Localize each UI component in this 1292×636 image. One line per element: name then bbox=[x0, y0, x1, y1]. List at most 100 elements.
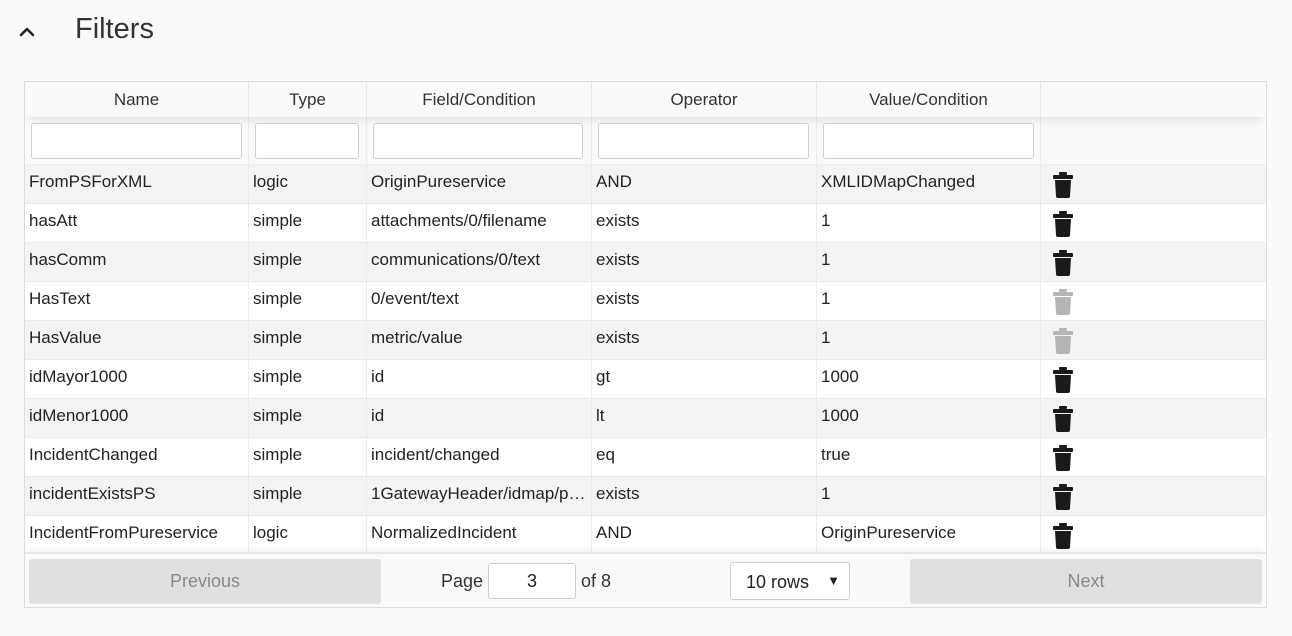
cell-field: id bbox=[367, 360, 592, 398]
cell-operator: AND bbox=[592, 165, 817, 203]
cell-name: IncidentFromPureservice bbox=[25, 516, 249, 554]
cell-field: id bbox=[367, 399, 592, 437]
trash-icon[interactable] bbox=[1052, 172, 1074, 198]
trash-icon[interactable] bbox=[1052, 211, 1074, 237]
trash-icon[interactable] bbox=[1052, 445, 1074, 471]
filter-cell-field bbox=[367, 117, 592, 165]
cell-actions bbox=[1041, 438, 1266, 476]
filters-table: Name Type Field/Condition Operator Value… bbox=[24, 81, 1267, 608]
table-row[interactable]: hasAtt simple attachments/0/filename exists… bbox=[25, 204, 1266, 243]
filter-cell-operator bbox=[592, 117, 817, 165]
previous-button[interactable]: Previous bbox=[29, 559, 381, 604]
cell-operator: eq bbox=[592, 438, 817, 476]
cell-value: 1 bbox=[817, 204, 1041, 242]
cell-value: 1 bbox=[817, 282, 1041, 320]
cell-actions bbox=[1041, 165, 1266, 203]
filters-header: Filters bbox=[0, 0, 1292, 64]
rows-per-page-select[interactable]: 10 rows ▼ bbox=[730, 562, 850, 600]
cell-operator: lt bbox=[592, 399, 817, 437]
cell-field: OriginPureservice bbox=[367, 165, 592, 203]
table-row[interactable]: hasComm simple communications/0/text exists… bbox=[25, 243, 1266, 282]
field-filter-input[interactable] bbox=[373, 123, 583, 159]
cell-type: simple bbox=[249, 477, 367, 515]
cell-type: logic bbox=[249, 516, 367, 554]
cell-type: logic bbox=[249, 165, 367, 203]
cell-name: IncidentChanged bbox=[25, 438, 249, 476]
page-number-input[interactable] bbox=[488, 563, 576, 599]
table-row[interactable]: HasValue simple metric/value exists 1 bbox=[25, 321, 1266, 360]
cell-actions bbox=[1041, 321, 1266, 359]
cell-type: simple bbox=[249, 243, 367, 281]
next-button[interactable]: Next bbox=[910, 559, 1262, 604]
cell-field: NormalizedIncident bbox=[367, 516, 592, 554]
column-header-type[interactable]: Type bbox=[249, 82, 367, 117]
cell-type: simple bbox=[249, 399, 367, 437]
cell-operator: AND bbox=[592, 516, 817, 554]
cell-field: 0/event/text bbox=[367, 282, 592, 320]
cell-field: attachments/0/filename bbox=[367, 204, 592, 242]
operator-filter-input[interactable] bbox=[598, 123, 809, 159]
cell-field: incident/changed bbox=[367, 438, 592, 476]
cell-type: simple bbox=[249, 204, 367, 242]
name-filter-input[interactable] bbox=[31, 123, 242, 159]
page-label: Page bbox=[441, 571, 484, 591]
trash-icon[interactable] bbox=[1052, 367, 1074, 393]
column-filter-row bbox=[25, 117, 1266, 165]
column-header-field[interactable]: Field/Condition bbox=[367, 82, 592, 117]
filter-cell-name bbox=[25, 117, 249, 165]
column-header-actions bbox=[1041, 82, 1266, 117]
cell-operator: gt bbox=[592, 360, 817, 398]
cell-type: simple bbox=[249, 360, 367, 398]
cell-type: simple bbox=[249, 282, 367, 320]
cell-actions bbox=[1041, 477, 1266, 515]
cell-value: 1000 bbox=[817, 399, 1041, 437]
cell-name: HasValue bbox=[25, 321, 249, 359]
cell-value: OriginPureservice bbox=[817, 516, 1041, 554]
cell-name: hasComm bbox=[25, 243, 249, 281]
trash-icon bbox=[1052, 328, 1074, 354]
cell-name: HasText bbox=[25, 282, 249, 320]
cell-value: 1 bbox=[817, 477, 1041, 515]
cell-actions bbox=[1041, 360, 1266, 398]
cell-value: 1000 bbox=[817, 360, 1041, 398]
trash-icon[interactable] bbox=[1052, 406, 1074, 432]
value-filter-input[interactable] bbox=[823, 123, 1034, 159]
table-row[interactable]: FromPSForXML logic OriginPureservice AND XML… bbox=[25, 165, 1266, 204]
column-header-operator[interactable]: Operator bbox=[592, 82, 817, 117]
cell-operator: exists bbox=[592, 282, 817, 320]
total-pages-label: of 8 bbox=[581, 571, 612, 591]
trash-icon[interactable] bbox=[1052, 250, 1074, 276]
cell-actions bbox=[1041, 243, 1266, 281]
cell-name: hasAtt bbox=[25, 204, 249, 242]
dropdown-caret-icon: ▼ bbox=[827, 573, 840, 588]
column-header-value[interactable]: Value/Condition bbox=[817, 82, 1041, 117]
cell-value: 1 bbox=[817, 321, 1041, 359]
column-header-name[interactable]: Name bbox=[25, 82, 249, 117]
cell-value: 1 bbox=[817, 243, 1041, 281]
cell-field: metric/value bbox=[367, 321, 592, 359]
trash-icon[interactable] bbox=[1052, 484, 1074, 510]
filter-cell-actions bbox=[1041, 117, 1266, 165]
table-row[interactable]: incidentExistsPS simple 1GatewayHeader/idm… bbox=[25, 477, 1266, 516]
cell-value: true bbox=[817, 438, 1041, 476]
pagination-bar: Previous Page of 8 10 rows ▼ Next bbox=[25, 552, 1266, 607]
table-row[interactable]: idMayor1000 simple id gt 1000 bbox=[25, 360, 1266, 399]
cell-name: idMayor1000 bbox=[25, 360, 249, 398]
section-title: Filters bbox=[75, 13, 154, 45]
filter-cell-value bbox=[817, 117, 1041, 165]
table-row[interactable]: IncidentChanged simple incident/changed eq t… bbox=[25, 438, 1266, 477]
trash-icon[interactable] bbox=[1052, 523, 1074, 549]
filter-cell-type bbox=[249, 117, 367, 165]
rows-per-page-value: 10 rows bbox=[746, 572, 810, 592]
chevron-up-icon[interactable] bbox=[15, 20, 39, 44]
cell-actions bbox=[1041, 399, 1266, 437]
cell-field: communications/0/text bbox=[367, 243, 592, 281]
trash-icon bbox=[1052, 289, 1074, 315]
type-filter-input[interactable] bbox=[255, 123, 359, 159]
table-row[interactable]: idMenor1000 simple id lt 1000 bbox=[25, 399, 1266, 438]
cell-operator: exists bbox=[592, 321, 817, 359]
table-row[interactable]: HasText simple 0/event/text exists 1 bbox=[25, 282, 1266, 321]
table-row[interactable]: IncidentFromPureservice logic NormalizedIn… bbox=[25, 516, 1266, 555]
cell-name: FromPSForXML bbox=[25, 165, 249, 203]
cell-name: idMenor1000 bbox=[25, 399, 249, 437]
